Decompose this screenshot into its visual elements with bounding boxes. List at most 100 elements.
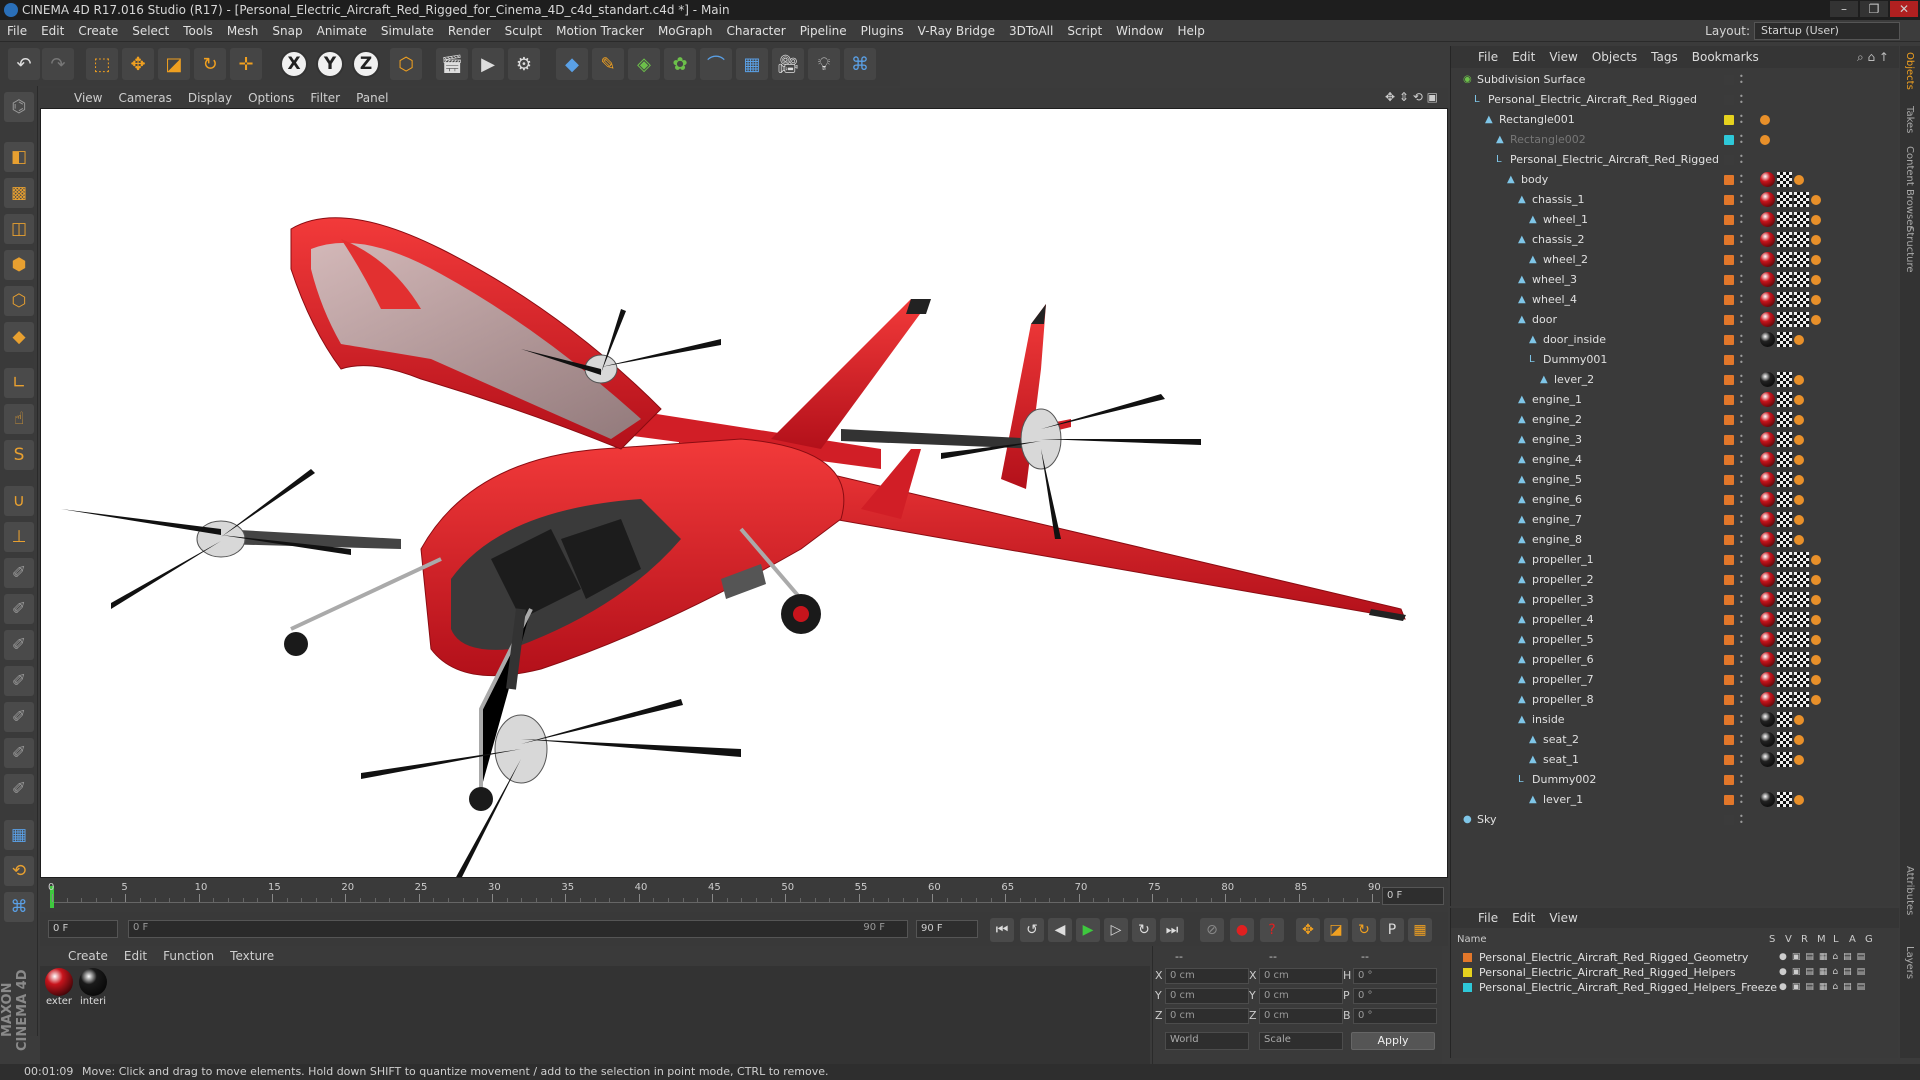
- visibility-dots-icon[interactable]: • •: [1739, 253, 1744, 267]
- side-tab-takes[interactable]: Takes: [1904, 106, 1915, 133]
- visibility-dots-icon[interactable]: • •: [1739, 553, 1744, 567]
- object-row[interactable]: ▲ propeller_6 • •: [1451, 650, 1899, 670]
- lock-workplane-icon[interactable]: ▦: [4, 820, 34, 850]
- render-picture-viewer-icon[interactable]: ▶: [472, 48, 504, 80]
- coord-value-field[interactable]: 0 cm: [1165, 1008, 1249, 1024]
- texture-tag-icon[interactable]: [1794, 252, 1809, 267]
- material-tag-icon[interactable]: [1760, 572, 1775, 587]
- weight-tag-icon[interactable]: [1811, 235, 1821, 245]
- solo-mode-icon[interactable]: S: [4, 440, 34, 470]
- layer-flags-icons[interactable]: ●▣▤▦⌂▤▤: [1779, 950, 1870, 965]
- side-tab-attributes[interactable]: Attributes: [1904, 866, 1915, 915]
- texture-tag-icon[interactable]: [1777, 372, 1792, 387]
- spline-pen-icon[interactable]: ✎: [592, 48, 624, 80]
- visibility-dots-icon[interactable]: • •: [1739, 813, 1744, 827]
- z-axis-lock-icon[interactable]: Z: [352, 50, 380, 78]
- object-manager-search-icon[interactable]: ⌕ ⌂ ↑: [1857, 50, 1889, 65]
- object-row[interactable]: ▲ engine_7 • •: [1451, 510, 1899, 530]
- coord-value-field[interactable]: 0 cm: [1259, 1008, 1343, 1024]
- x-axis-lock-icon[interactable]: X: [280, 50, 308, 78]
- layer-flags-icons[interactable]: ●▣▤▦⌂▤▤: [1779, 965, 1870, 980]
- material-tag-icon[interactable]: [1760, 412, 1775, 427]
- object-row[interactable]: ▲ engine_3 • •: [1451, 430, 1899, 450]
- go-to-start-icon[interactable]: ⏮: [990, 918, 1014, 942]
- object-row[interactable]: L Personal_Electric_Aircraft_Red_Rigged • •: [1451, 90, 1899, 110]
- visibility-dots-icon[interactable]: • •: [1739, 333, 1744, 347]
- menu-item-animate[interactable]: Animate: [310, 20, 374, 42]
- visibility-dots-icon[interactable]: • •: [1739, 293, 1744, 307]
- floor-object-icon[interactable]: ▦: [736, 48, 768, 80]
- menu-item-window[interactable]: Window: [1109, 20, 1170, 42]
- texture-tag-icon[interactable]: [1794, 592, 1809, 607]
- material-swatch[interactable]: exter: [44, 968, 74, 1008]
- object-row[interactable]: ▲ wheel_3 • •: [1451, 270, 1899, 290]
- keyframe-selection-icon[interactable]: ?: [1260, 918, 1284, 942]
- material-tag-icon[interactable]: [1760, 472, 1775, 487]
- texture-tag-icon[interactable]: [1777, 432, 1792, 447]
- coord-value-field[interactable]: 0 °: [1353, 968, 1437, 984]
- side-tab-content-browser[interactable]: Content Browser: [1904, 146, 1915, 229]
- coord-value-field[interactable]: 0 cm: [1259, 988, 1343, 1004]
- weight-tag-icon[interactable]: [1760, 115, 1770, 125]
- visibility-dots-icon[interactable]: • •: [1739, 713, 1744, 727]
- visibility-dots-icon[interactable]: • •: [1739, 373, 1744, 387]
- recent-tool-icon[interactable]: ✛: [230, 48, 262, 80]
- weight-tag-icon[interactable]: [1811, 575, 1821, 585]
- texture-tag-icon[interactable]: [1794, 672, 1809, 687]
- redo-icon[interactable]: ↷: [42, 48, 74, 80]
- weight-tag-icon[interactable]: [1811, 635, 1821, 645]
- quantize-icon[interactable]: ⊥: [4, 522, 34, 552]
- object-row[interactable]: L Dummy002 • •: [1451, 770, 1899, 790]
- texture-tag-icon[interactable]: [1777, 712, 1792, 727]
- sculpt-pull-icon[interactable]: ✐: [4, 594, 34, 624]
- layout-select[interactable]: Startup (User): [1754, 22, 1900, 40]
- coordinate-mode-select[interactable]: World: [1165, 1032, 1249, 1050]
- weight-tag-icon[interactable]: [1794, 455, 1804, 465]
- key-parameter-icon[interactable]: P: [1380, 918, 1404, 942]
- material-tag-icon[interactable]: [1760, 592, 1775, 607]
- key-position-icon[interactable]: ✥: [1296, 918, 1320, 942]
- material-tag-icon[interactable]: [1760, 532, 1775, 547]
- weight-tag-icon[interactable]: [1794, 535, 1804, 545]
- visibility-dots-icon[interactable]: • •: [1739, 653, 1744, 667]
- weight-tag-icon[interactable]: [1811, 255, 1821, 265]
- viewport-menu-options[interactable]: Options: [240, 88, 302, 108]
- menu-item-sculpt[interactable]: Sculpt: [498, 20, 549, 42]
- menu-item-script[interactable]: Script: [1060, 20, 1109, 42]
- render-view-icon[interactable]: 🎬︎: [436, 48, 468, 80]
- layer-menu-file[interactable]: File: [1471, 908, 1505, 928]
- cube-object-icon[interactable]: ◆: [556, 48, 588, 80]
- texture-tag-icon[interactable]: [1794, 212, 1809, 227]
- visibility-dots-icon[interactable]: • •: [1739, 493, 1744, 507]
- menu-item-3dtoall[interactable]: 3DToAll: [1002, 20, 1060, 42]
- side-tab-layers[interactable]: Layers: [1904, 946, 1915, 979]
- weight-tag-icon[interactable]: [1794, 175, 1804, 185]
- visibility-dots-icon[interactable]: • •: [1739, 433, 1744, 447]
- weight-tag-icon[interactable]: [1811, 275, 1821, 285]
- light-icon[interactable]: 💡︎: [808, 48, 840, 80]
- weight-tag-icon[interactable]: [1794, 755, 1804, 765]
- weight-tag-icon[interactable]: [1794, 375, 1804, 385]
- object-row[interactable]: ▲ Rectangle002 • •: [1451, 130, 1899, 150]
- texture-tag-icon[interactable]: [1777, 592, 1792, 607]
- viewport-menu-panel[interactable]: Panel: [348, 88, 396, 108]
- python-script-icon[interactable]: ⌘: [4, 892, 34, 922]
- texture-tag-icon[interactable]: [1777, 552, 1792, 567]
- move-tool-icon[interactable]: ✥: [122, 48, 154, 80]
- weight-tag-icon[interactable]: [1794, 475, 1804, 485]
- texture-tag-icon[interactable]: [1794, 652, 1809, 667]
- previous-key-icon[interactable]: ↺: [1020, 918, 1044, 942]
- texture-tag-icon[interactable]: [1777, 192, 1792, 207]
- visibility-dots-icon[interactable]: • •: [1739, 633, 1744, 647]
- texture-tag-icon[interactable]: [1794, 572, 1809, 587]
- menu-item-pipeline[interactable]: Pipeline: [793, 20, 854, 42]
- camera-icon[interactable]: 🎥︎: [772, 48, 804, 80]
- visibility-dots-icon[interactable]: • •: [1739, 273, 1744, 287]
- visibility-dots-icon[interactable]: • •: [1739, 513, 1744, 527]
- weight-tag-icon[interactable]: [1811, 195, 1821, 205]
- visibility-dots-icon[interactable]: • •: [1739, 313, 1744, 327]
- rotate-tool-icon[interactable]: ↻: [194, 48, 226, 80]
- visibility-dots-icon[interactable]: • •: [1739, 413, 1744, 427]
- object-row[interactable]: ▲ engine_8 • •: [1451, 530, 1899, 550]
- object-menu-tags[interactable]: Tags: [1644, 46, 1685, 68]
